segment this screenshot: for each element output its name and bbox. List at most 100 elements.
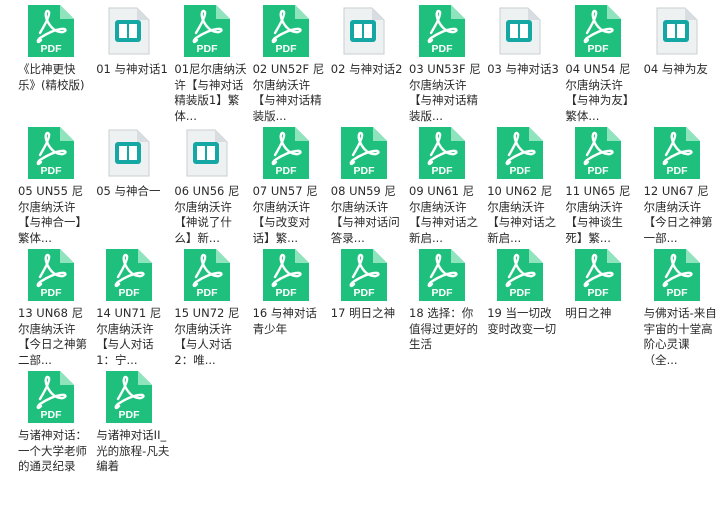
file-item[interactable]: PDF 19 当一切改变时改变一切 — [487, 249, 561, 337]
file-name: 16 与神对话青少年 — [252, 306, 317, 336]
ebook-file-icon — [106, 127, 152, 179]
file-name: 17 明日之神 — [330, 306, 396, 320]
file-item[interactable]: PDF 09 UN61 尼尔唐纳沃许【与神对话之新启... — [409, 127, 483, 246]
file-name: 09 UN61 尼尔唐纳沃许【与神对话之新启... — [409, 184, 478, 245]
pdf-file-icon: PDF — [262, 127, 309, 179]
file-name: 02 UN52F 尼尔唐纳沃许【与神对话精装版... — [252, 62, 325, 123]
svg-text:PDF: PDF — [353, 165, 375, 177]
file-item[interactable]: PDF 18 选择：你值得过更好的生活 — [409, 249, 483, 353]
file-name: 05 UN55 尼尔唐纳沃许【与神合一】繁体... — [18, 184, 87, 245]
ebook-file-icon — [497, 5, 543, 57]
svg-text:PDF: PDF — [353, 287, 375, 299]
pdf-file-icon: PDF — [340, 249, 387, 301]
file-name: 05 与神合一 — [96, 184, 161, 198]
svg-text:PDF: PDF — [432, 43, 454, 55]
svg-text:PDF: PDF — [197, 287, 219, 299]
file-item[interactable]: PDF 07 UN57 尼尔唐纳沃许【与改变对话】繁... — [253, 127, 327, 246]
file-name: 11 UN65 尼尔唐纳沃许【与神谈生死】繁... — [565, 184, 631, 245]
pdf-file-icon: PDF — [653, 127, 700, 179]
file-item[interactable]: PDF 02 UN52F 尼尔唐纳沃许【与神对话精装版... — [253, 5, 327, 124]
pdf-file-icon: PDF — [340, 127, 387, 179]
file-item[interactable]: 02 与神对话2 — [331, 5, 405, 78]
pdf-file-icon: PDF — [575, 5, 622, 57]
file-name: 与佛对话-来自宇宙的十堂高阶心灵课（全... — [643, 306, 717, 367]
pdf-file-icon: PDF — [106, 249, 153, 301]
file-item[interactable]: PDF 10 UN62 尼尔唐纳沃许【与神对话之新启... — [487, 127, 561, 246]
pdf-file-icon: PDF — [184, 249, 231, 301]
ebook-file-icon — [106, 5, 152, 57]
pdf-file-icon: PDF — [28, 5, 74, 57]
svg-text:PDF: PDF — [119, 287, 141, 299]
file-item[interactable]: PDF 15 UN72 尼尔唐纳沃许【与人对话2：唯... — [174, 249, 248, 368]
file-item[interactable]: 03 与神对话3 — [487, 5, 561, 78]
file-name: 07 UN57 尼尔唐纳沃许【与改变对话】繁... — [252, 184, 318, 245]
file-name: 10 UN62 尼尔唐纳沃许【与神对话之新启... — [487, 184, 557, 245]
file-name: 04 与神为友 — [643, 62, 708, 76]
file-name: 03 与神对话3 — [487, 62, 559, 76]
pdf-file-icon: PDF — [419, 249, 465, 301]
file-item[interactable]: PDF 与诸神对话：一个大学老师的通灵纪录 — [18, 371, 92, 475]
file-name: 12 UN67 尼尔唐纳沃许【今日之神第一部... — [643, 184, 713, 245]
pdf-file-icon: PDF — [262, 249, 309, 301]
pdf-file-icon: PDF — [419, 127, 465, 179]
pdf-file-icon: PDF — [575, 249, 622, 301]
file-item[interactable]: PDF 03 UN53F 尼尔唐纳沃许【与神对话精装版... — [409, 5, 483, 124]
file-name: 04 UN54 尼尔唐纳沃许【与神为友】繁体... — [565, 62, 635, 123]
pdf-file-icon: PDF — [575, 127, 622, 179]
file-item[interactable]: PDF 与佛对话-来自宇宙的十堂高阶心灵课（全... — [644, 249, 718, 368]
file-name: 15 UN72 尼尔唐纳沃许【与人对话2：唯... — [174, 306, 240, 367]
pdf-file-icon: PDF — [184, 5, 231, 57]
file-name: 《比神更快乐》(精校版) — [18, 62, 85, 92]
file-item[interactable]: PDF 04 UN54 尼尔唐纳沃许【与神为友】繁体... — [565, 5, 639, 124]
file-item[interactable]: PDF 13 UN68 尼尔唐纳沃许【今日之神第二部... — [18, 249, 92, 368]
file-item[interactable]: PDF 《比神更快乐》(精校版) — [18, 5, 92, 93]
svg-text:PDF: PDF — [432, 165, 454, 177]
file-name: 08 UN59 尼尔唐纳沃许【与神对话问答录... — [330, 184, 400, 245]
file-item[interactable]: PDF 14 UN71 尼尔唐纳沃许【与人对话1：宁... — [96, 249, 170, 368]
file-item[interactable]: PDF 17 明日之神 — [331, 249, 405, 322]
svg-text:PDF: PDF — [588, 43, 610, 55]
pdf-file-icon: PDF — [28, 249, 74, 301]
file-name: 明日之神 — [565, 306, 612, 320]
svg-text:PDF: PDF — [41, 43, 63, 55]
svg-text:PDF: PDF — [588, 287, 610, 299]
ebook-file-icon — [341, 5, 387, 57]
file-item[interactable]: 06 UN56 尼尔唐纳沃许【神说了什么】新... — [174, 127, 248, 246]
pdf-file-icon: PDF — [106, 371, 153, 423]
file-item[interactable]: 04 与神为友 — [644, 5, 718, 78]
file-name: 18 选择：你值得过更好的生活 — [409, 306, 478, 352]
file-item[interactable]: PDF 与诸神对话II_光的旅程-凡夫编着 — [96, 371, 170, 475]
svg-text:PDF: PDF — [510, 287, 532, 299]
pdf-file-icon: PDF — [28, 371, 74, 423]
file-name: 与诸神对话II_光的旅程-凡夫编着 — [96, 428, 170, 474]
file-item[interactable]: PDF 16 与神对话青少年 — [253, 249, 327, 337]
svg-text:PDF: PDF — [41, 287, 63, 299]
svg-text:PDF: PDF — [666, 287, 688, 299]
file-name: 13 UN68 尼尔唐纳沃许【今日之神第二部... — [18, 306, 87, 367]
file-item[interactable]: PDF 01尼尔唐纳沃许【与神对话精装版1】繁体... — [174, 5, 248, 124]
svg-text:PDF: PDF — [510, 165, 532, 177]
file-item[interactable]: PDF 05 UN55 尼尔唐纳沃许【与神合一】繁体... — [18, 127, 92, 246]
file-name: 19 当一切改变时改变一切 — [487, 306, 557, 336]
svg-text:PDF: PDF — [432, 287, 454, 299]
file-name: 14 UN71 尼尔唐纳沃许【与人对话1：宁... — [96, 306, 162, 367]
file-name: 01尼尔唐纳沃许【与神对话精装版1】繁体... — [174, 62, 247, 123]
file-name: 01 与神对话1 — [96, 62, 168, 76]
ebook-file-icon — [184, 127, 230, 179]
svg-text:PDF: PDF — [275, 43, 297, 55]
file-item[interactable]: 05 与神合一 — [96, 127, 170, 200]
svg-text:PDF: PDF — [275, 287, 297, 299]
pdf-file-icon: PDF — [497, 127, 544, 179]
file-item[interactable]: PDF 11 UN65 尼尔唐纳沃许【与神谈生死】繁... — [565, 127, 639, 246]
file-item[interactable]: PDF 明日之神 — [565, 249, 639, 322]
svg-text:PDF: PDF — [41, 165, 63, 177]
file-item[interactable]: 01 与神对话1 — [96, 5, 170, 78]
file-item[interactable]: PDF 08 UN59 尼尔唐纳沃许【与神对话问答录... — [331, 127, 405, 246]
pdf-file-icon: PDF — [28, 127, 74, 179]
svg-text:PDF: PDF — [197, 43, 219, 55]
file-name: 与诸神对话：一个大学老师的通灵纪录 — [18, 428, 87, 474]
file-item[interactable]: PDF 12 UN67 尼尔唐纳沃许【今日之神第一部... — [644, 127, 718, 246]
ebook-file-icon — [654, 5, 700, 57]
file-name: 06 UN56 尼尔唐纳沃许【神说了什么】新... — [174, 184, 240, 245]
file-name: 03 UN53F 尼尔唐纳沃许【与神对话精装版... — [409, 62, 481, 123]
